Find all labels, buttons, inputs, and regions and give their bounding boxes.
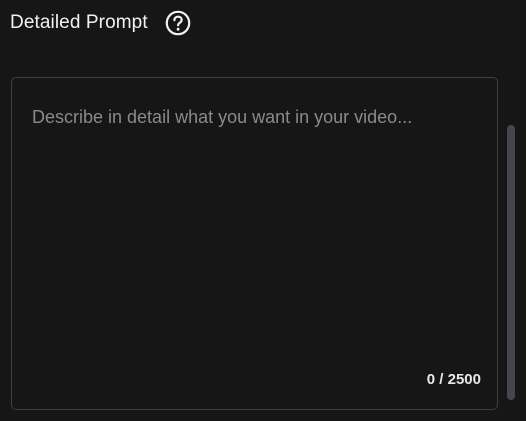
prompt-title: Detailed Prompt	[10, 12, 148, 33]
prompt-header: Detailed Prompt	[10, 9, 191, 37]
scrollbar-thumb[interactable]	[507, 125, 515, 400]
detailed-prompt-panel: Detailed Prompt 0 / 2500	[0, 0, 526, 421]
question-circle-icon	[165, 10, 191, 36]
help-icon[interactable]	[165, 10, 191, 36]
prompt-textarea-container: 0 / 2500	[11, 77, 498, 410]
scrollbar-track[interactable]	[507, 125, 515, 400]
character-counter: 0 / 2500	[426, 371, 481, 388]
prompt-textarea[interactable]	[12, 78, 497, 409]
